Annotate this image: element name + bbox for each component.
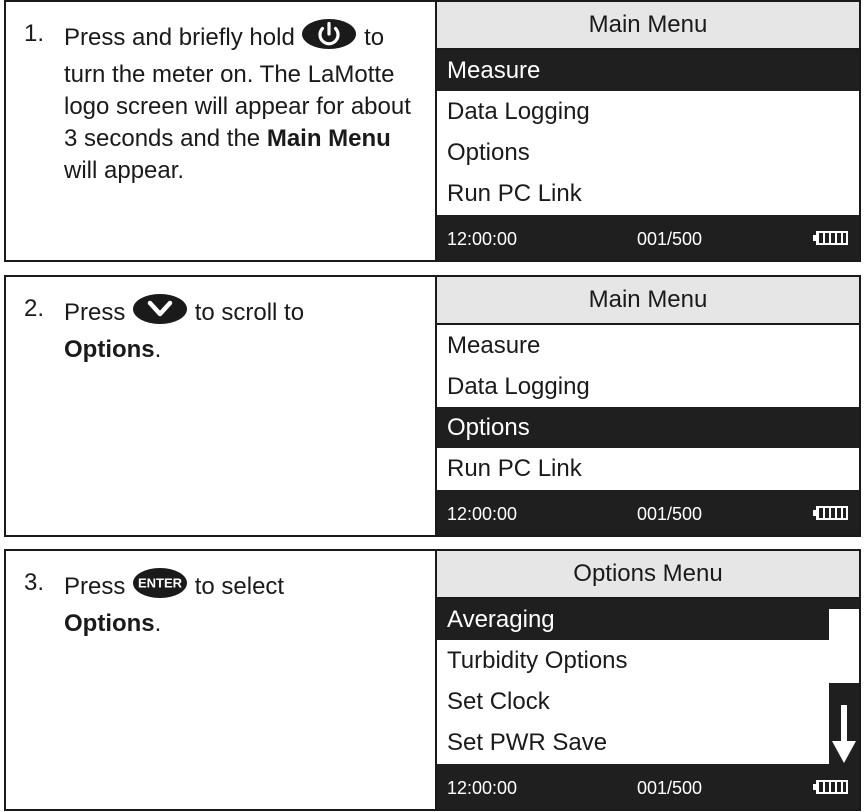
enter-key-label: ENTER: [138, 576, 183, 591]
step-text-part: to select: [194, 572, 285, 600]
step-number: 2.: [24, 295, 45, 322]
step-text-part: .: [154, 336, 162, 363]
instruction-step-3: 3. Press ENTER to select Options. Option…: [4, 549, 861, 811]
meter-screen: Main Menu Measure Data Logging Options R…: [437, 2, 859, 260]
step-text-part: will appear.: [64, 157, 185, 184]
instruction-text-panel: 3. Press ENTER to select Options.: [6, 551, 437, 809]
instruction-text-panel: 1. Press and briefly hold to turn the me…: [6, 2, 437, 260]
step-text-part: Press: [64, 572, 126, 600]
menu-item-run-pc-link[interactable]: Run PC Link: [437, 173, 859, 214]
clock-readout: 12:00:00: [447, 229, 518, 249]
menu-item-measure[interactable]: Measure: [437, 325, 859, 366]
menu-item-turbidity-options[interactable]: Turbidity Options: [437, 640, 829, 681]
chevron-down-icon: [132, 293, 188, 334]
scrollbar-thumb[interactable]: [829, 609, 859, 683]
step-text: Press to scroll to Options.: [64, 293, 424, 366]
instruction-text-panel: 2. Press to scroll to Options.: [6, 277, 437, 535]
menu-item-options[interactable]: Options: [437, 132, 859, 173]
enter-key-icon: ENTER: [132, 567, 188, 608]
instruction-step-1: 1. Press and briefly hold to turn the me…: [4, 0, 861, 262]
meter-screen: Options Menu Averaging Turbidity Options…: [437, 551, 859, 809]
step-number: 3.: [24, 569, 45, 596]
clock-readout: 12:00:00: [447, 778, 518, 798]
menu-item-averaging[interactable]: Averaging: [437, 599, 829, 640]
status-bar: 12:00:00 001/500: [437, 215, 859, 260]
log-count: 001/500: [637, 504, 703, 524]
step-text: Press and briefly hold to turn the meter…: [64, 18, 424, 187]
screen-title: Main Menu: [437, 277, 859, 325]
menu-item-run-pc-link[interactable]: Run PC Link: [437, 448, 859, 489]
bold-menu-name: Options: [64, 336, 155, 363]
step-text-part: .: [154, 610, 162, 637]
step-text-part: Press and briefly hold: [64, 23, 295, 51]
bold-menu-name: Options: [64, 610, 155, 637]
battery-icon: [813, 230, 849, 251]
power-icon: [301, 18, 357, 59]
clock-readout: 12:00:00: [447, 504, 518, 524]
menu-item-options[interactable]: Options: [437, 407, 859, 448]
menu-item-data-logging[interactable]: Data Logging: [437, 91, 859, 132]
scrollbar[interactable]: [829, 599, 859, 768]
menu-item-data-logging[interactable]: Data Logging: [437, 366, 859, 407]
battery-icon: [813, 779, 849, 800]
status-bar: 12:00:00 001/500: [437, 490, 859, 535]
step-number: 1.: [24, 20, 45, 47]
menu-item-set-pwr-save[interactable]: Set PWR Save: [437, 722, 829, 763]
instruction-step-2: 2. Press to scroll to Options. Main Menu…: [4, 275, 861, 537]
menu-item-set-clock[interactable]: Set Clock: [437, 681, 829, 722]
menu-item-measure[interactable]: Measure: [437, 50, 859, 91]
log-count: 001/500: [637, 778, 703, 798]
screen-title: Options Menu: [437, 551, 859, 599]
step-text-part: Press: [64, 298, 126, 326]
screen-title: Main Menu: [437, 2, 859, 50]
step-text: Press ENTER to select Options.: [64, 567, 424, 640]
log-count: 001/500: [637, 229, 703, 249]
scroll-down-arrow-icon: [832, 705, 856, 770]
battery-icon: [813, 505, 849, 526]
status-bar: 12:00:00 001/500: [437, 764, 859, 809]
bold-menu-name: Main Menu: [266, 125, 391, 152]
step-text-part: to scroll to: [194, 298, 305, 326]
meter-screen: Main Menu Measure Data Logging Options R…: [437, 277, 859, 535]
